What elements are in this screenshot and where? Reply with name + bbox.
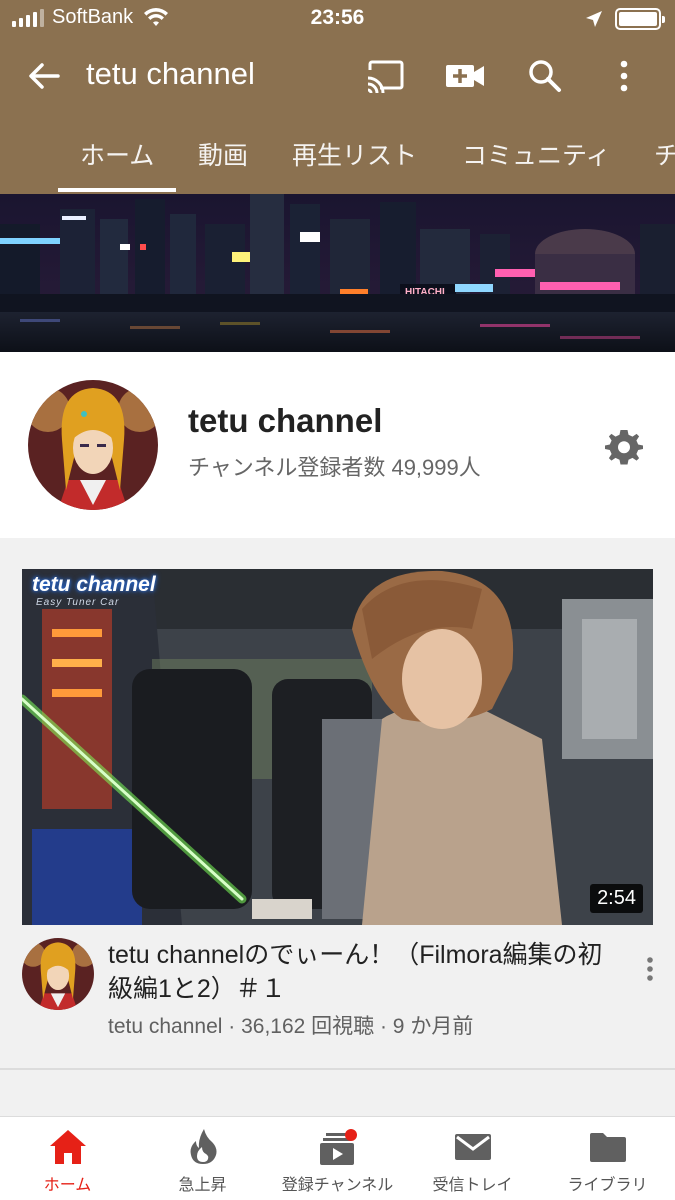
avatar-image (22, 938, 94, 1010)
channel-header: tetu channel チャンネル登録者数 49,999人 (0, 352, 675, 538)
video-channel-avatar[interactable] (22, 938, 94, 1010)
thumbnail-overlay-title: tetu channel (32, 573, 156, 596)
tab-home[interactable]: ホーム (80, 136, 154, 172)
nav-subscriptions[interactable]: 登録チャンネル (270, 1117, 405, 1200)
nav-label: 受信トレイ (432, 1177, 513, 1194)
video-duration-badge: 2:54 (590, 884, 643, 913)
video-meta: tetu channel · 36,162 回視聴 · 9 か月前 (108, 1015, 474, 1038)
channel-banner: HITACHI (0, 194, 675, 352)
nav-library[interactable]: ライブラリ (540, 1117, 675, 1200)
nav-label: ホーム (43, 1177, 92, 1194)
video-title[interactable]: tetu channelのでぃーん！（Filmora編集の初級編1と2）＃１ (108, 938, 608, 1006)
video-thumbnail[interactable]: tetu channel Easy Tuner Car 2:54 (22, 569, 653, 925)
battery-icon (615, 8, 665, 30)
nav-label: ライブラリ (567, 1177, 648, 1194)
cast-icon[interactable] (364, 56, 406, 96)
avatar-image (28, 380, 158, 510)
inbox-icon (455, 1134, 491, 1160)
thumbnail-overlay-subtitle: Easy Tuner Car (36, 597, 120, 608)
home-icon (50, 1130, 86, 1164)
more-vert-icon[interactable] (604, 56, 644, 96)
status-right (585, 8, 665, 30)
nav-inbox[interactable]: 受信トレイ (405, 1117, 540, 1200)
notification-badge (345, 1129, 357, 1141)
channel-avatar[interactable] (28, 380, 158, 510)
bottom-nav: ホーム 急上昇 登録チャンネル 受信トレイ ライブラリ (0, 1116, 675, 1200)
nav-home[interactable]: ホーム (0, 1117, 135, 1200)
status-bar: SoftBank 23:56 (0, 0, 675, 38)
next-section (0, 1070, 675, 1116)
thumbnail-image (22, 569, 653, 925)
tab-playlists[interactable]: 再生リスト (292, 136, 417, 172)
tab-videos[interactable]: 動画 (198, 136, 248, 172)
tab-channels[interactable]: チ (654, 136, 675, 172)
library-icon (590, 1133, 626, 1162)
trending-icon (190, 1129, 217, 1164)
channel-name: tetu channel (188, 402, 383, 439)
nav-label: 急上昇 (178, 1177, 227, 1194)
tab-community[interactable]: コミュニティ (462, 136, 611, 172)
app-bar: tetu channel (0, 38, 675, 114)
status-time: 23:56 (310, 6, 365, 29)
tab-indicator (58, 188, 176, 192)
settings-gear-icon[interactable] (604, 426, 644, 466)
subscriber-count: チャンネル登録者数 49,999人 (188, 455, 481, 480)
channel-title: tetu channel (86, 56, 255, 91)
video-more-icon[interactable] (640, 954, 660, 984)
banner-image: HITACHI (0, 194, 675, 352)
location-icon (586, 11, 602, 27)
search-icon[interactable] (524, 56, 566, 96)
nav-label: 登録チャンネル (281, 1177, 394, 1194)
channel-tabs: ホーム 動画 再生リスト コミュニティ チ (0, 114, 675, 194)
video-card[interactable]: tetu channel Easy Tuner Car 2:54 tetu ch… (0, 540, 675, 1068)
subscriptions-icon (320, 1129, 357, 1165)
upload-video-icon[interactable] (444, 56, 486, 96)
back-arrow-icon[interactable] (24, 56, 64, 96)
nav-trending[interactable]: 急上昇 (135, 1117, 270, 1200)
